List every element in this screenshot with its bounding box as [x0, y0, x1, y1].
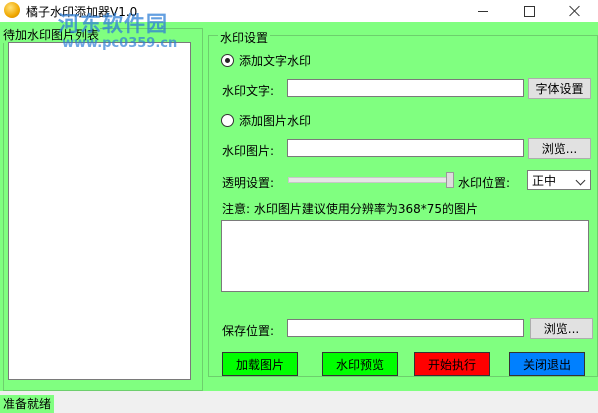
start-execution-button[interactable]: 开始执行	[414, 352, 490, 376]
font-settings-button[interactable]: 字体设置	[528, 78, 591, 99]
radio-checked-icon	[221, 54, 234, 67]
minimize-icon	[478, 10, 488, 12]
save-location-input[interactable]	[287, 319, 524, 337]
load-images-button[interactable]: 加载图片	[222, 352, 298, 376]
text-watermark-radio[interactable]: 添加文字水印	[221, 52, 311, 69]
preview-area[interactable]	[221, 220, 589, 292]
minimize-button[interactable]	[460, 0, 506, 22]
maximize-button[interactable]	[506, 0, 552, 22]
save-location-label: 保存位置:	[222, 324, 275, 338]
position-select[interactable]: 正中	[527, 170, 591, 190]
text-watermark-label: 添加文字水印	[239, 54, 312, 68]
browse-image-button[interactable]: 浏览...	[528, 138, 591, 159]
opacity-label: 透明设置:	[222, 176, 275, 190]
watermark-image-label: 水印图片:	[222, 144, 275, 158]
watermark-preview-button[interactable]: 水印预览	[322, 352, 398, 376]
image-list-box[interactable]	[8, 42, 191, 380]
close-button[interactable]	[552, 0, 598, 22]
watermark-settings-legend: 水印设置	[218, 29, 271, 46]
opacity-slider-thumb[interactable]	[446, 172, 454, 188]
watermark-text-input[interactable]	[287, 79, 524, 97]
position-label: 水印位置:	[458, 176, 511, 190]
site-watermark-logo: 河东软件园	[58, 11, 168, 36]
maximize-icon	[523, 5, 535, 17]
radio-unchecked-icon	[221, 114, 234, 127]
image-watermark-radio[interactable]: 添加图片水印	[221, 112, 311, 129]
chevron-down-icon	[575, 175, 586, 186]
status-text: 准备就绪	[0, 395, 55, 413]
close-exit-button[interactable]: 关闭退出	[509, 352, 585, 376]
status-bar	[0, 391, 598, 413]
position-select-value: 正中	[532, 173, 557, 188]
resolution-note: 注意: 水印图片建议使用分辨率为368*75的图片	[222, 202, 479, 216]
orange-app-icon	[4, 2, 20, 18]
watermark-text-label: 水印文字:	[222, 84, 275, 98]
close-icon	[569, 5, 581, 17]
browse-save-button[interactable]: 浏览...	[530, 318, 593, 339]
opacity-slider-track[interactable]	[288, 177, 454, 183]
image-watermark-label: 添加图片水印	[239, 114, 312, 128]
site-watermark-url: www.pc0359.cn	[62, 36, 178, 51]
watermark-image-input[interactable]	[287, 139, 524, 157]
